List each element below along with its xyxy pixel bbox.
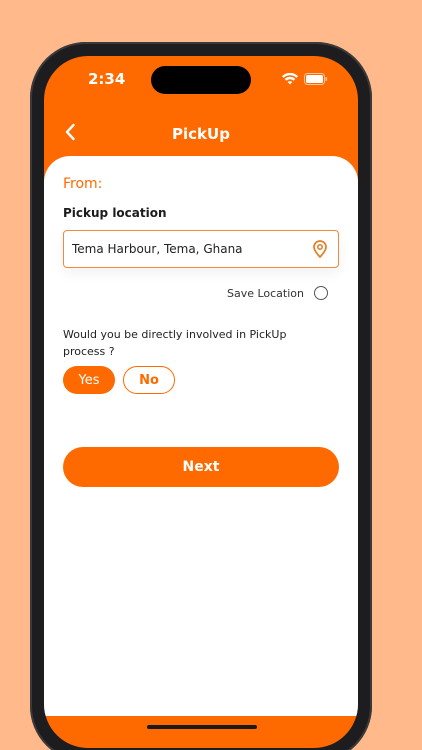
screen: 2:34 PickUp From: Pickup location Tema H… [44,56,358,748]
status-icons [282,70,328,89]
map-pin-icon[interactable] [312,240,328,258]
save-location-label: Save Location [226,286,304,300]
save-location-radio[interactable] [314,286,328,300]
home-indicator [147,725,257,729]
involvement-question: Would you be directly involved in PickUp… [63,328,287,358]
next-button[interactable]: Next [63,447,339,487]
app-header: PickUp [44,114,358,154]
status-time: 2:34 [88,70,126,88]
pickup-location-input[interactable] [72,242,312,256]
battery-icon [304,70,328,89]
dynamic-island [151,66,251,94]
page-title: PickUp [172,125,230,143]
form-card: From: Pickup location Save Location Woul… [44,156,358,716]
wifi-icon [282,70,298,89]
pickup-location-label: Pickup location [63,206,167,220]
save-location-row: Save Location [227,286,328,300]
pickup-location-field[interactable] [63,230,339,268]
involvement-options: Yes No [63,366,175,394]
chevron-left-icon [64,123,76,145]
back-button[interactable] [58,122,82,146]
section-title: From: [63,176,103,192]
no-button[interactable]: No [123,366,175,394]
phone-frame: 2:34 PickUp From: Pickup location Tema H… [30,42,372,750]
yes-button[interactable]: Yes [63,366,115,394]
